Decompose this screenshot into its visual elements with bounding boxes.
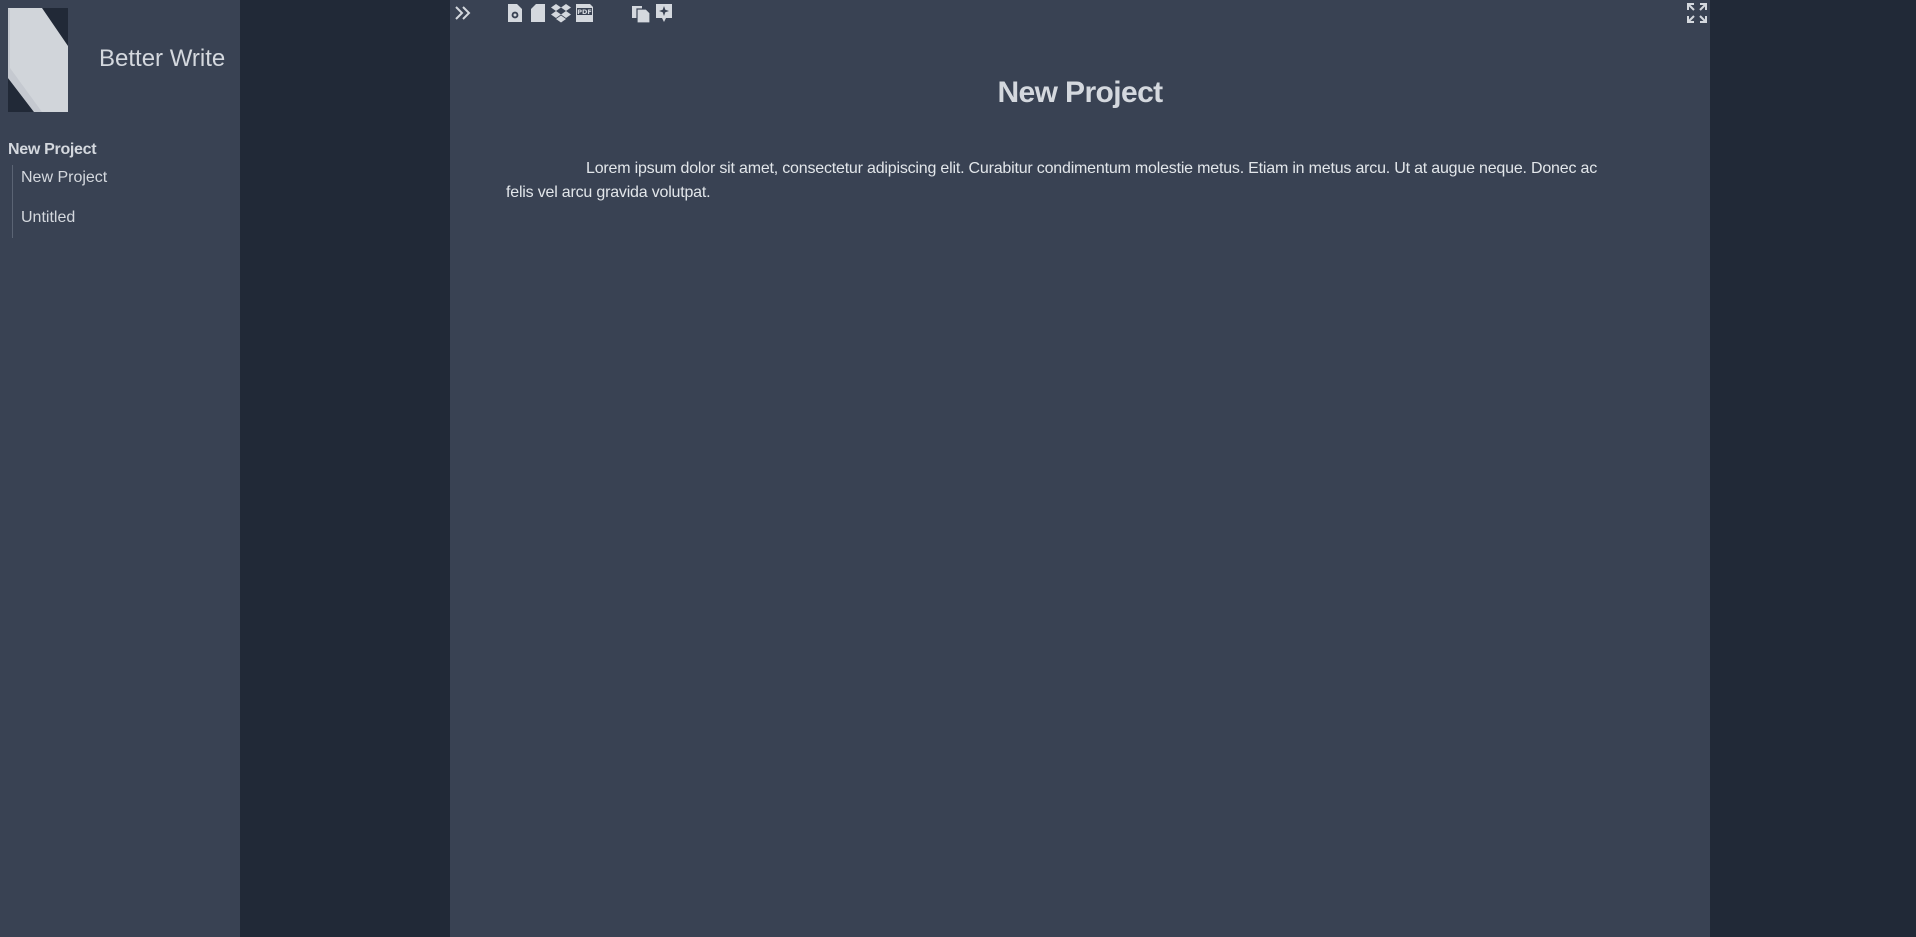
pdf-icon: PDF	[576, 4, 593, 22]
tree-item-new-project[interactable]: New Project	[21, 166, 232, 206]
export-pdf-button[interactable]: PDF	[573, 2, 595, 24]
magic-insert-icon	[656, 4, 672, 22]
chevron-double-right-icon	[455, 6, 471, 20]
copy-icon	[632, 6, 651, 24]
file-settings-icon	[508, 4, 522, 22]
app-title: Better Write	[99, 45, 226, 72]
tree-root-project[interactable]: New Project	[8, 141, 232, 159]
project-tree: New Project New Project Untitled	[8, 141, 232, 238]
svg-text:PDF: PDF	[577, 8, 592, 16]
brand: Better Write	[8, 8, 240, 112]
new-file-icon	[531, 4, 545, 22]
fullscreen-icon	[1687, 3, 1707, 23]
tree-children: New Project Untitled	[12, 165, 232, 238]
toolbar: PDF	[450, 0, 1710, 28]
fullscreen-button[interactable]	[1686, 2, 1708, 24]
app-logo	[8, 8, 68, 112]
editor-panel: PDF New Project Lorem ipsum dolor sit am…	[450, 0, 1710, 937]
project-settings-button[interactable]	[504, 2, 526, 24]
dropbox-button[interactable]	[550, 2, 572, 24]
document-title[interactable]: New Project	[450, 76, 1710, 110]
dropbox-icon	[551, 4, 571, 23]
tree-item-untitled[interactable]: Untitled	[21, 206, 232, 236]
sidebar: Better Write New Project New Project Unt…	[0, 0, 240, 937]
app-window: Better Write New Project New Project Unt…	[0, 0, 1916, 937]
expand-sidebar-button[interactable]	[452, 2, 474, 24]
insert-button[interactable]	[653, 2, 675, 24]
copy-button[interactable]	[630, 2, 652, 24]
new-file-button[interactable]	[527, 2, 549, 24]
document-paragraph[interactable]: Lorem ipsum dolor sit amet, consectetur …	[506, 157, 1606, 205]
